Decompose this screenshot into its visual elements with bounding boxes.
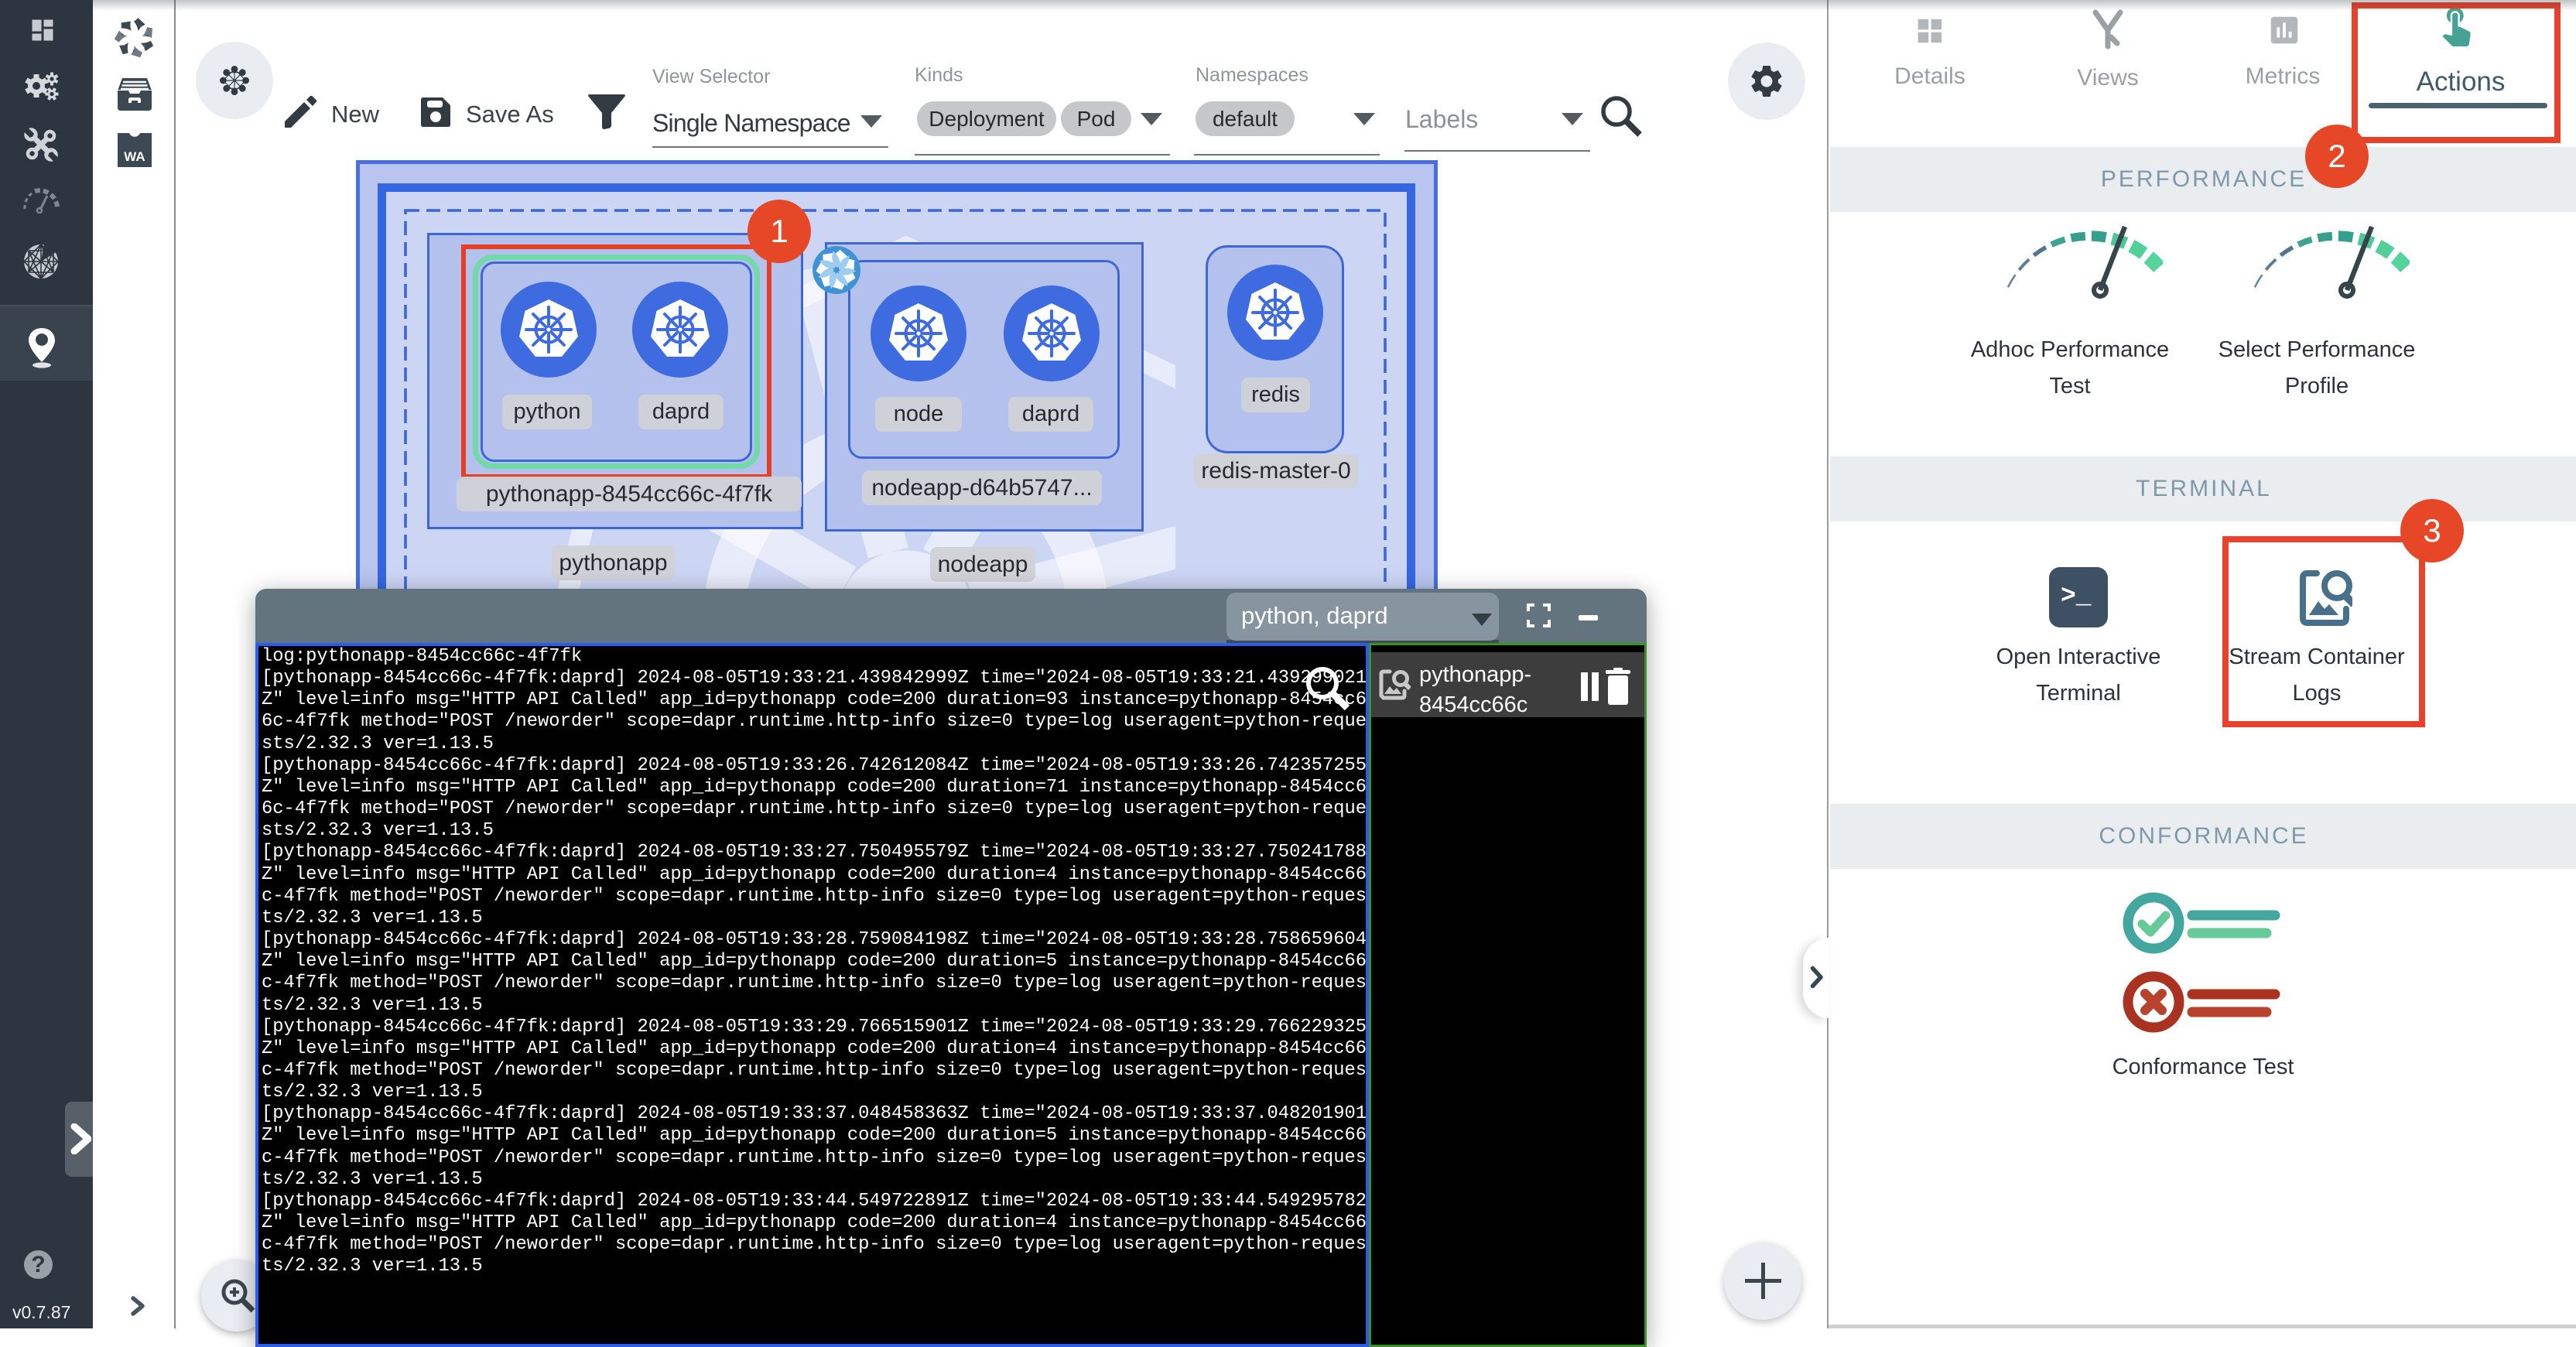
svg-text:WA: WA [124, 149, 145, 164]
